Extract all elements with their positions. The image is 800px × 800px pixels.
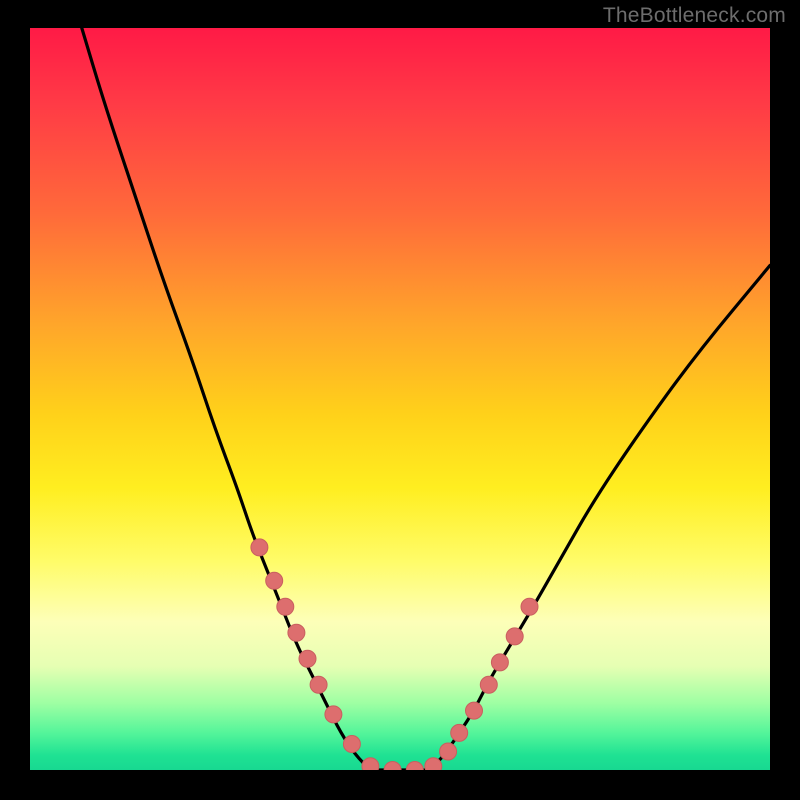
curve-marker bbox=[266, 572, 283, 589]
curve-marker bbox=[491, 654, 508, 671]
bottleneck-curve bbox=[82, 28, 770, 770]
curve-marker bbox=[521, 598, 538, 615]
curve-marker bbox=[506, 628, 523, 645]
curve-marker bbox=[288, 624, 305, 641]
curve-marker bbox=[325, 706, 342, 723]
curve-marker bbox=[362, 758, 379, 770]
curve-marker bbox=[451, 724, 468, 741]
marker-group bbox=[251, 539, 538, 770]
curve-marker bbox=[251, 539, 268, 556]
curve-marker bbox=[406, 762, 423, 771]
chart-frame: TheBottleneck.com bbox=[0, 0, 800, 800]
curve-marker bbox=[310, 676, 327, 693]
curve-marker bbox=[299, 650, 316, 667]
curve-marker bbox=[425, 758, 442, 770]
curve-marker bbox=[277, 598, 294, 615]
curve-marker bbox=[384, 762, 401, 771]
plot-area bbox=[30, 28, 770, 770]
curve-marker bbox=[440, 743, 457, 760]
curve-marker bbox=[343, 736, 360, 753]
watermark-text: TheBottleneck.com bbox=[603, 4, 786, 28]
curve-marker bbox=[466, 702, 483, 719]
chart-svg bbox=[30, 28, 770, 770]
curve-marker bbox=[480, 676, 497, 693]
